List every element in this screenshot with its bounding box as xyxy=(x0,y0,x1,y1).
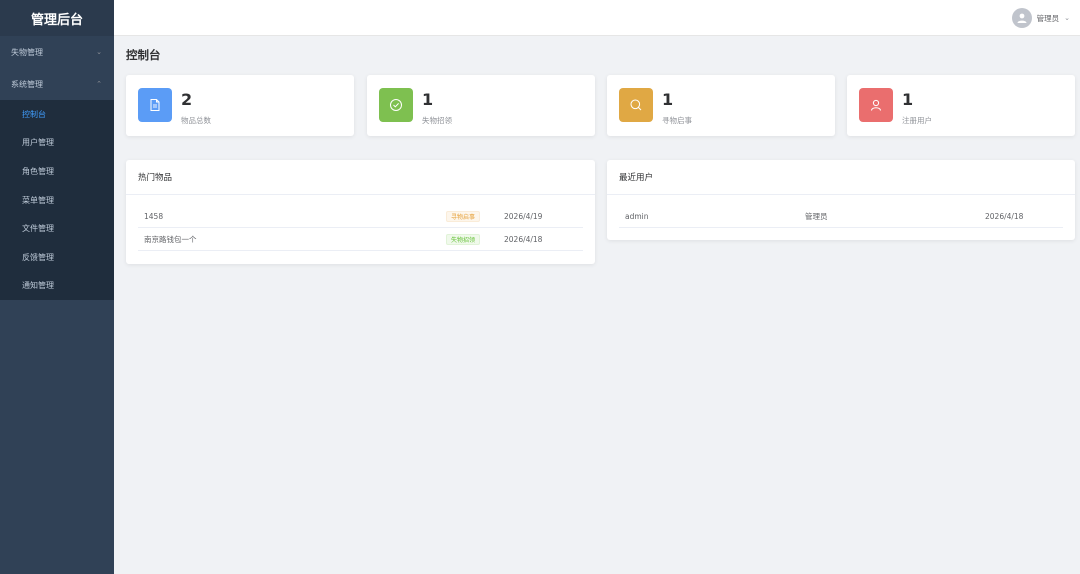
recent-users-panel: 最近用户 admin 管理员 2026/4/18 xyxy=(607,160,1075,240)
stat-card-found-items: 1 失物招领 xyxy=(367,75,595,136)
user-avatar-icon xyxy=(1017,13,1027,23)
sidebar-item-notifications[interactable]: 通知管理 xyxy=(0,272,114,301)
user-icon xyxy=(871,99,881,111)
table-row[interactable]: 南京路钱包一个 失物招领 2026/4/18 xyxy=(138,228,583,251)
chevron-up-icon: ⌃ xyxy=(96,80,102,88)
user-name: 管理员 xyxy=(1036,13,1060,23)
sidebar-item-dashboard[interactable]: 控制台 xyxy=(0,100,114,129)
system-submenu: 控制台 用户管理 角色管理 菜单管理 文件管理 反馈管理 通知管理 xyxy=(0,100,114,301)
item-name: 1458 xyxy=(144,211,164,221)
page-title: 控制台 xyxy=(126,48,161,62)
stat-card-lost-notices: 1 寻物启事 xyxy=(607,75,835,136)
sidebar-item-roles[interactable]: 角色管理 xyxy=(0,157,114,186)
check-circle-icon xyxy=(390,99,402,111)
item-date: 2026/4/19 xyxy=(504,211,543,221)
menu-group-label: 系统管理 xyxy=(11,79,43,89)
hot-items-panel: 热门物品 1458 寻物启事 2026/4/19 南京路钱包一个 失物招领 20… xyxy=(126,160,595,264)
stat-value: 1 xyxy=(902,90,914,109)
stat-icon-bg xyxy=(859,88,893,122)
stat-value: 1 xyxy=(662,90,674,109)
user-date: 2026/4/18 xyxy=(985,211,1024,221)
status-badge: 失物招领 xyxy=(446,233,481,245)
stat-label: 注册用户 xyxy=(902,116,932,125)
stat-value: 1 xyxy=(422,90,434,109)
item-name: 南京路钱包一个 xyxy=(144,234,197,244)
table-row[interactable]: 1458 寻物启事 2026/4/19 xyxy=(138,205,583,228)
search-icon xyxy=(630,99,642,111)
sidebar-item-users[interactable]: 用户管理 xyxy=(0,129,114,158)
panel-title: 热门物品 xyxy=(126,160,595,195)
table-row[interactable]: admin 管理员 2026/4/18 xyxy=(619,205,1063,228)
stat-card-registered-users: 1 注册用户 xyxy=(847,75,1075,136)
sidebar-item-files[interactable]: 文件管理 xyxy=(0,214,114,243)
menu-group-lost-items[interactable]: 失物管理 ⌄ xyxy=(0,36,114,68)
chevron-down-icon: ⌄ xyxy=(1064,14,1070,22)
item-date: 2026/4/18 xyxy=(504,234,543,244)
sidebar-item-menus[interactable]: 菜单管理 xyxy=(0,186,114,215)
stat-label: 失物招领 xyxy=(422,116,452,125)
menu-group-system[interactable]: 系统管理 ⌃ xyxy=(0,68,114,100)
sidebar: 管理后台 失物管理 ⌄ 系统管理 ⌃ 控制台 用户管理 角色管理 菜单管理 文件… xyxy=(0,0,114,574)
menu-group-label: 失物管理 xyxy=(11,47,43,57)
document-icon xyxy=(150,99,160,111)
user-username: admin xyxy=(625,211,649,221)
panel-title: 最近用户 xyxy=(607,160,1075,195)
user-role: 管理员 xyxy=(805,211,828,221)
stat-icon-bg xyxy=(379,88,413,122)
avatar xyxy=(1011,8,1032,28)
stat-card-total-items: 2 物品总数 xyxy=(126,75,354,136)
chevron-down-icon: ⌄ xyxy=(96,48,102,56)
sidebar-item-feedback[interactable]: 反馈管理 xyxy=(0,243,114,272)
stat-label: 寻物启事 xyxy=(662,116,692,125)
stat-icon-bg xyxy=(138,88,172,122)
app-brand: 管理后台 xyxy=(0,0,114,36)
top-header: 管理员 ⌄ xyxy=(114,0,1080,36)
stat-label: 物品总数 xyxy=(181,116,211,125)
stat-icon-bg xyxy=(619,88,653,122)
status-badge: 寻物启事 xyxy=(446,210,481,222)
stat-value: 2 xyxy=(181,90,193,109)
user-dropdown[interactable]: 管理员 ⌄ xyxy=(1011,7,1070,29)
